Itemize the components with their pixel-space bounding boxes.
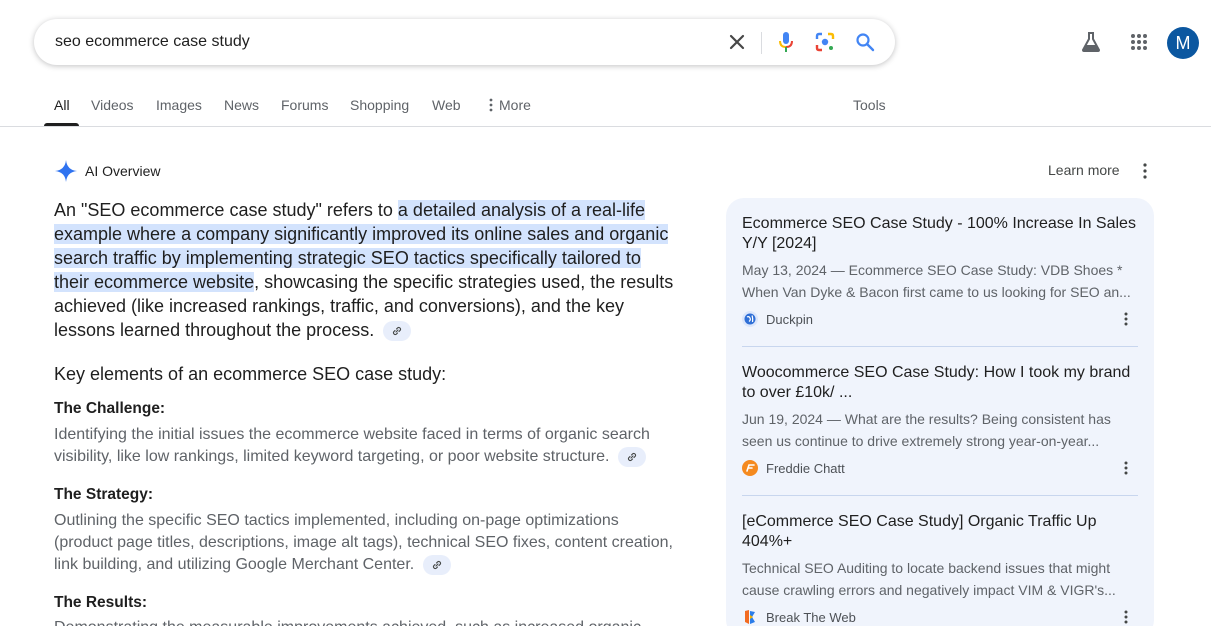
sources-panel: Ecommerce SEO Case Study - 100% Increase… (726, 198, 1154, 626)
tab-more-label: More (499, 97, 531, 113)
search-input[interactable] (55, 31, 655, 53)
clear-icon[interactable] (725, 30, 749, 54)
tab-all[interactable]: All (54, 97, 70, 113)
source-card[interactable]: Ecommerce SEO Case Study - 100% Increase… (742, 214, 1138, 329)
ai-overview-summary: An "SEO ecommerce case study" refers to … (54, 198, 674, 342)
source-link-chip[interactable] (383, 321, 412, 342)
source-link-chip[interactable] (422, 554, 451, 575)
source-site-name: Duckpin (766, 311, 813, 327)
link-icon (432, 560, 441, 569)
section-title-results: The Results: (54, 594, 148, 611)
snippet-line: seen us continue to drive extremely stro… (742, 433, 1100, 449)
ai-overview-title: AI Overview (85, 163, 161, 179)
source-divider (742, 495, 1138, 496)
section-title-strategy: The Strategy: (54, 486, 154, 503)
flask-icon[interactable] (1079, 30, 1103, 54)
snippet-line: May 13, 2024 — Ecommerce SEO Case Study:… (742, 262, 1123, 278)
account-avatar[interactable]: M (1167, 27, 1199, 59)
source-link-chip[interactable] (617, 446, 646, 467)
search-icon[interactable] (853, 30, 877, 54)
ai-overview-header: AI Overview (55, 160, 160, 182)
source-footer: Freddie Chatt (742, 458, 1138, 478)
freddie-chatt-logo-icon (742, 460, 758, 476)
more-vert-icon (489, 98, 493, 112)
source-card[interactable]: [eCommerce SEO Case Study] Organic Traff… (742, 512, 1138, 626)
gemini-sparkle-icon (55, 160, 77, 182)
search-divider (761, 32, 762, 54)
link-icon (393, 327, 402, 336)
tab-videos[interactable]: Videos (91, 97, 134, 113)
globe-icon (742, 311, 758, 327)
snippet-line: Technical SEO Auditing to locate backend… (742, 560, 1111, 576)
microphone-icon[interactable] (774, 30, 798, 54)
source-title[interactable]: [eCommerce SEO Case Study] Organic Traff… (742, 512, 1138, 552)
search-tabs: All Videos Images News Forums Shopping W… (0, 85, 1211, 127)
search-bar (34, 19, 895, 65)
section-body-text: Outlining the specific SEO tactics imple… (54, 512, 673, 573)
snippet-line: When Van Dyke & Bacon first came to us l… (742, 284, 1131, 300)
tab-web[interactable]: Web (432, 97, 461, 113)
source-menu-icon[interactable] (1120, 460, 1132, 476)
break-the-web-logo-icon (742, 609, 758, 625)
source-menu-icon[interactable] (1120, 609, 1132, 625)
source-site-name: Freddie Chatt (766, 460, 845, 476)
google-lens-icon[interactable] (813, 30, 837, 54)
snippet-line: cause crawling errors and negatively imp… (742, 582, 1116, 598)
snippet-line: Jun 19, 2024 — What are the results? Bei… (742, 411, 1111, 427)
source-footer: Duckpin (742, 309, 1138, 329)
section-title-challenge: The Challenge: (54, 400, 166, 417)
tab-forums[interactable]: Forums (281, 97, 328, 113)
source-footer: Break The Web (742, 607, 1138, 626)
source-menu-icon[interactable] (1120, 311, 1132, 327)
section-body-text: Identifying the initial issues the ecomm… (54, 426, 650, 465)
section-body-results: Demonstrating the measurable improvement… (54, 617, 679, 626)
source-card[interactable]: Woocommerce SEO Case Study: How I took m… (742, 363, 1138, 478)
section-body-strategy: Outlining the specific SEO tactics imple… (54, 510, 679, 576)
active-tab-indicator (44, 123, 79, 126)
tab-more[interactable]: More (489, 97, 531, 113)
source-snippet: May 13, 2024 — Ecommerce SEO Case Study:… (742, 259, 1138, 303)
key-elements-heading: Key elements of an ecommerce SEO case st… (54, 364, 447, 384)
tools-button[interactable]: Tools (853, 97, 886, 113)
source-divider (742, 346, 1138, 347)
source-snippet: Technical SEO Auditing to locate backend… (742, 557, 1138, 601)
tab-news[interactable]: News (224, 97, 259, 113)
tab-images[interactable]: Images (156, 97, 202, 113)
ai-overview-menu-icon[interactable] (1137, 161, 1153, 181)
tab-shopping[interactable]: Shopping (350, 97, 409, 113)
source-snippet: Jun 19, 2024 — What are the results? Bei… (742, 408, 1138, 452)
source-site-name: Break The Web (766, 609, 856, 625)
learn-more-link[interactable]: Learn more (1048, 162, 1120, 178)
apps-grid-icon[interactable] (1127, 30, 1151, 54)
source-title[interactable]: Ecommerce SEO Case Study - 100% Increase… (742, 214, 1138, 254)
section-body-challenge: Identifying the initial issues the ecomm… (54, 424, 679, 468)
summary-intro: An "SEO ecommerce case study" refers to (54, 200, 398, 220)
source-title[interactable]: Woocommerce SEO Case Study: How I took m… (742, 363, 1138, 403)
link-icon (627, 452, 636, 461)
